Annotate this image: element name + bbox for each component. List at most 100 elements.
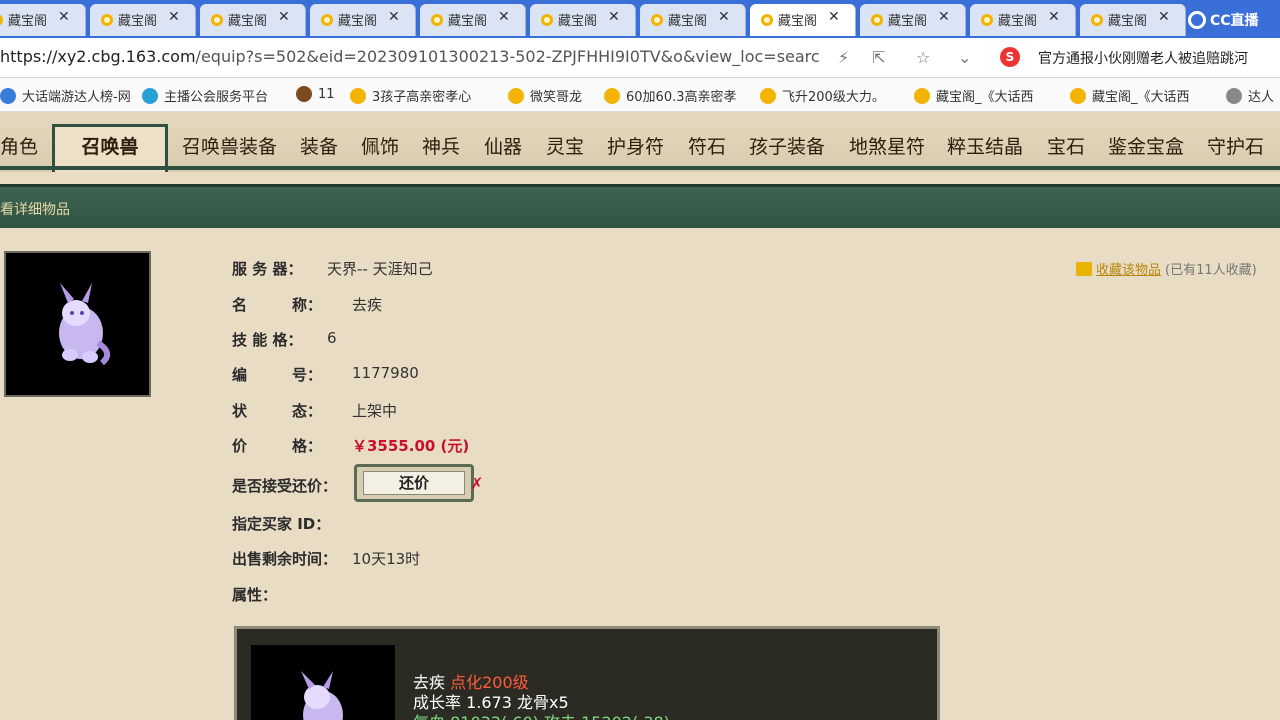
bookmark-item[interactable]: 藏宝阁_《大话西 bbox=[914, 86, 1034, 105]
time-remaining-value: 10天13时 bbox=[352, 550, 421, 568]
browser-tab-label: 藏宝阁 bbox=[888, 14, 928, 29]
browser-tab[interactable]: 藏宝阁 ✕ bbox=[860, 4, 966, 36]
star-icon[interactable]: ☆ bbox=[916, 48, 930, 67]
bookmark-item[interactable]: 微笑哥龙 bbox=[508, 86, 582, 105]
status-value: 上架中 bbox=[352, 402, 398, 420]
favorite-count: (已有11人收藏) bbox=[1165, 263, 1257, 278]
close-icon[interactable]: ✕ bbox=[828, 9, 840, 25]
browser-tab[interactable]: 藏宝阁 ✕ bbox=[420, 4, 526, 36]
browser-tab[interactable]: 藏宝阁 ✕ bbox=[1080, 4, 1186, 36]
bookmark-item[interactable]: 主播公会服务平台 bbox=[142, 86, 268, 105]
server-value: 天界-- 天涯知己 bbox=[327, 260, 433, 278]
nav-tab[interactable]: 地煞星符 bbox=[849, 132, 925, 159]
cbg-favicon-icon bbox=[211, 14, 223, 26]
browser-tab[interactable]: 藏宝阁 ✕ bbox=[200, 4, 306, 36]
nav-tab[interactable]: 召唤兽 bbox=[52, 124, 168, 172]
news-headline[interactable]: 官方通报小伙刚赠老人被追赔跳河 bbox=[1038, 48, 1280, 68]
close-icon[interactable]: ✕ bbox=[498, 9, 510, 25]
nav-tab[interactable]: 仙器 bbox=[484, 132, 522, 159]
haggle-disabled-icon: ✗ bbox=[470, 474, 484, 493]
close-icon[interactable]: ✕ bbox=[608, 9, 620, 25]
bookmark-item[interactable]: 3孩子高亲密孝心 bbox=[350, 86, 471, 105]
chevron-down-icon[interactable]: ⌄ bbox=[958, 48, 971, 67]
bookmark-item[interactable]: 60加60.3高亲密孝 bbox=[604, 86, 737, 105]
cbg-favicon-icon bbox=[761, 14, 773, 26]
bookmark-label: 11 bbox=[318, 86, 335, 102]
sogou-search-icon[interactable]: S bbox=[1000, 47, 1020, 67]
close-icon[interactable]: ✕ bbox=[718, 9, 730, 25]
nav-tab[interactable]: 装备 bbox=[300, 132, 338, 159]
share-icon[interactable]: ⇱ bbox=[872, 48, 885, 67]
pet-sprite-icon bbox=[301, 671, 343, 720]
nav-tab[interactable]: 神兵 bbox=[422, 132, 460, 159]
cc-live-logo: CC直播 bbox=[1188, 8, 1272, 32]
bookmark-favicon-icon bbox=[1070, 87, 1086, 104]
nav-tab[interactable]: 召唤兽装备 bbox=[182, 132, 277, 159]
close-icon[interactable]: ✕ bbox=[278, 9, 290, 25]
nav-tab[interactable]: 角色 bbox=[0, 132, 38, 159]
favorite-link[interactable]: 收藏该物品 (已有11人收藏) bbox=[1076, 259, 1257, 278]
bookmark-favicon-icon bbox=[296, 86, 312, 102]
nav-tab[interactable]: 守护石 bbox=[1207, 132, 1264, 159]
close-icon[interactable]: ✕ bbox=[388, 9, 400, 25]
haggle-button[interactable]: 还价 bbox=[354, 464, 474, 502]
close-icon[interactable]: ✕ bbox=[58, 9, 70, 25]
close-icon[interactable]: ✕ bbox=[938, 9, 950, 25]
bookmark-item[interactable]: 飞升200级大力。 bbox=[760, 86, 885, 105]
browser-tab-label: 藏宝阁 bbox=[118, 14, 158, 29]
favorite-link-text[interactable]: 收藏该物品 bbox=[1096, 259, 1161, 278]
skill-slots-value: 6 bbox=[327, 329, 337, 347]
cbg-favicon-icon bbox=[0, 14, 3, 26]
bookmark-label: 藏宝阁_《大话西 bbox=[936, 90, 1034, 105]
browser-tab-label: 藏宝阁 bbox=[448, 14, 488, 29]
nav-tab[interactable]: 佩饰 bbox=[361, 132, 399, 159]
section-title: 看详细物品 bbox=[0, 202, 70, 218]
browser-tab[interactable]: 藏宝阁 ✕ bbox=[90, 4, 196, 36]
browser-tab[interactable]: 藏宝阁 ✕ bbox=[310, 4, 416, 36]
price-value: ￥3555.00 (元) bbox=[352, 437, 470, 455]
name-value: 去疾 bbox=[352, 296, 383, 314]
nav-tab[interactable]: 灵宝 bbox=[546, 132, 584, 159]
url-field[interactable]: https://xy2.cbg.163.com/equip?s=502&eid=… bbox=[0, 47, 820, 66]
bookmark-label: 微笑哥龙 bbox=[530, 90, 583, 105]
bookmark-item[interactable]: 11 bbox=[296, 86, 335, 102]
bookmark-favicon-icon bbox=[1226, 87, 1242, 104]
browser-tab[interactable]: 藏宝阁 ✕ bbox=[640, 4, 746, 36]
nav-tab[interactable]: 符石 bbox=[688, 132, 726, 159]
status-label: 状 态： bbox=[232, 402, 323, 420]
bookmark-item[interactable]: 达人 bbox=[1226, 86, 1274, 105]
address-bar[interactable]: https://xy2.cbg.163.com/equip?s=502&eid=… bbox=[0, 38, 1280, 78]
close-icon[interactable]: ✕ bbox=[1048, 9, 1060, 25]
close-icon[interactable]: ✕ bbox=[1158, 9, 1170, 25]
bookmark-favicon-icon bbox=[604, 87, 620, 104]
bookmark-item[interactable]: 大话端游达人榜-网 bbox=[0, 86, 131, 105]
bookmark-label: 60加60.3高亲密孝 bbox=[626, 90, 737, 105]
id-label: 编 号： bbox=[232, 366, 323, 384]
lightning-icon[interactable]: ⚡ bbox=[838, 48, 849, 67]
cbg-favicon-icon bbox=[1091, 14, 1103, 26]
detail-thumbnail bbox=[251, 645, 395, 720]
close-icon[interactable]: ✕ bbox=[168, 9, 180, 25]
section-header: 看详细物品 bbox=[0, 184, 1280, 228]
bookmarks-bar: 大话端游达人榜-网 主播公会服务平台 11 3孩子高亲密孝心 微笑哥龙 60加60.3高亲… bbox=[0, 78, 1280, 112]
browser-tab[interactable]: 藏宝阁 ✕ bbox=[970, 4, 1076, 36]
haggle-button-label: 还价 bbox=[363, 471, 465, 495]
cbg-favicon-icon bbox=[871, 14, 883, 26]
nav-tab[interactable]: 宝石 bbox=[1047, 132, 1085, 159]
bookmark-item[interactable]: 藏宝阁_《大话西 bbox=[1070, 86, 1190, 105]
cbg-favicon-icon bbox=[431, 14, 443, 26]
browser-tab[interactable]: 藏宝阁 ✕ bbox=[0, 4, 86, 36]
browser-tab[interactable]: 藏宝阁 ✕ bbox=[750, 4, 856, 36]
nav-tab[interactable]: 粹玉结晶 bbox=[947, 132, 1023, 159]
pet-sprite-icon bbox=[59, 283, 111, 366]
browser-tab-label: 藏宝阁 bbox=[1108, 14, 1148, 29]
name-label: 名 称： bbox=[232, 296, 323, 314]
id-value: 1177980 bbox=[352, 364, 419, 382]
bookmark-favicon-icon bbox=[350, 87, 366, 104]
cbg-favicon-icon bbox=[101, 14, 113, 26]
nav-tab[interactable]: 孩子装备 bbox=[749, 132, 825, 159]
browser-tab[interactable]: 藏宝阁 ✕ bbox=[530, 4, 636, 36]
nav-tab[interactable]: 鉴金宝盒 bbox=[1108, 132, 1184, 159]
nav-tab[interactable]: 护身符 bbox=[607, 132, 664, 159]
cbg-favicon-icon bbox=[651, 14, 663, 26]
